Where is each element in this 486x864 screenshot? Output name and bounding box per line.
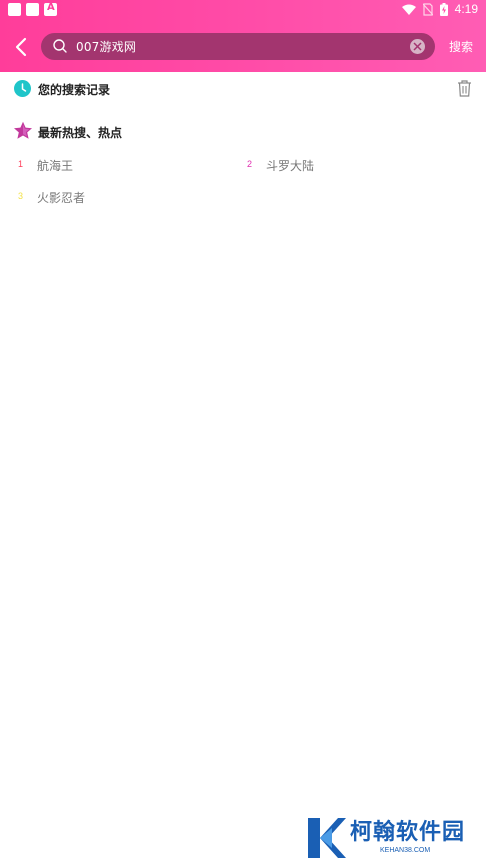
close-icon bbox=[413, 42, 422, 51]
status-notifications: A bbox=[8, 2, 57, 16]
hot-search-header: 最新热搜、热点 bbox=[0, 115, 486, 147]
status-bar: A 4:19 bbox=[0, 0, 486, 20]
hot-name: 火影忍者 bbox=[37, 191, 86, 205]
search-query[interactable]: 007游戏网 bbox=[76, 38, 136, 55]
watermark-subtitle: KEHAN38.COM bbox=[380, 847, 431, 854]
star-icon bbox=[14, 121, 32, 139]
watermark-logo-icon bbox=[308, 818, 346, 858]
wifi-icon bbox=[401, 4, 416, 15]
chevron-left-icon bbox=[15, 37, 27, 57]
notification-icon bbox=[26, 3, 39, 16]
status-right: 4:19 bbox=[401, 2, 478, 16]
status-time: 4:19 bbox=[454, 2, 478, 16]
hot-rank: 2 bbox=[247, 159, 253, 169]
hot-search-item[interactable]: 2 斗罗大陆 bbox=[247, 154, 447, 178]
watermark-title: 柯翰软件园 bbox=[350, 820, 466, 845]
search-input[interactable]: 007游戏网 bbox=[41, 33, 435, 60]
hot-rank: 1 bbox=[18, 159, 24, 169]
hot-search-title: 最新热搜、热点 bbox=[38, 126, 123, 140]
search-button[interactable]: 搜索 bbox=[449, 38, 473, 55]
search-icon bbox=[53, 39, 67, 53]
trash-icon[interactable] bbox=[457, 80, 472, 97]
clock-icon bbox=[14, 80, 31, 97]
no-sim-icon bbox=[422, 2, 433, 16]
search-history-title: 您的搜索记录 bbox=[38, 83, 111, 97]
hot-name: 航海王 bbox=[37, 159, 74, 173]
header: A 4:19 007游戏网 搜索 bbox=[0, 0, 486, 72]
hot-search-item[interactable]: 3 火影忍者 bbox=[18, 186, 218, 210]
notification-icon bbox=[8, 3, 21, 16]
search-history-header: 您的搜索记录 bbox=[0, 72, 486, 106]
back-button[interactable] bbox=[12, 36, 32, 58]
battery-icon bbox=[439, 2, 448, 16]
app-notification-icon: A bbox=[44, 2, 57, 16]
hot-rank: 3 bbox=[18, 191, 24, 201]
hot-name: 斗罗大陆 bbox=[266, 159, 315, 173]
clear-button[interactable] bbox=[410, 39, 425, 54]
hot-search-item[interactable]: 1 航海王 bbox=[18, 154, 218, 178]
watermark: 柯翰软件园 KEHAN38.COM bbox=[306, 814, 481, 860]
